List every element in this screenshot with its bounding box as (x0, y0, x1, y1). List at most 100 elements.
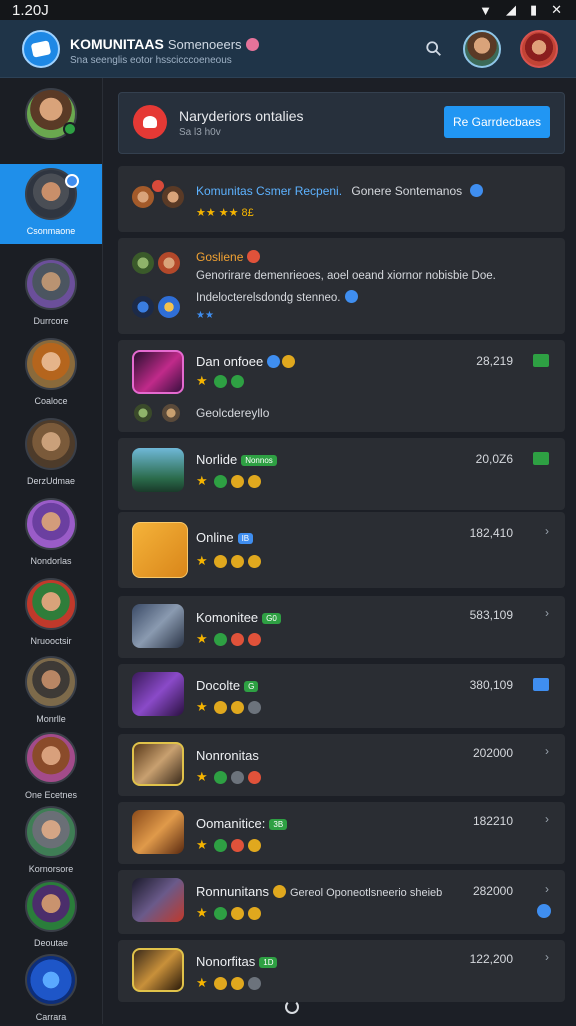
tag-icon (248, 700, 261, 714)
coin-icon (214, 976, 227, 990)
battery-icon: ▮ (529, 2, 538, 17)
sidebar-item-csonmaone[interactable]: Csonmaone (0, 164, 102, 244)
rating-row: ★ (196, 632, 261, 646)
avatar (25, 498, 77, 550)
community-row[interactable]: Oomanitice: 3B ★ 182210 › (118, 802, 565, 864)
rating-row: ★ (196, 700, 261, 714)
coin-icon (231, 700, 244, 714)
avatar (25, 578, 77, 630)
star-icon: ★ (196, 975, 208, 990)
avatar (25, 656, 77, 708)
coin-icon (214, 554, 227, 568)
rating-row: ★ (196, 474, 261, 488)
sidebar-item-nruooctsir[interactable]: Nruooctsir (0, 574, 102, 650)
avatar (132, 402, 154, 424)
banner-action-button[interactable]: Re Garrdecbaes (444, 106, 550, 138)
community-title: Nonorfitas 1D (196, 954, 278, 969)
user-avatar[interactable] (463, 30, 501, 68)
member-count: 182,410 (469, 526, 513, 540)
featured-rating: ★★ ★★ 8£ (196, 207, 254, 219)
status-time: 1.20J (12, 1, 49, 19)
community-thumbnail (132, 948, 184, 992)
hot-icon (231, 632, 244, 646)
chevron-right-icon[interactable]: › (545, 882, 549, 896)
loading-spinner-icon (285, 1000, 299, 1014)
community-row[interactable]: Ronnunitans Gereol Oponeotlsneerio sheieb… (118, 870, 565, 934)
coin-icon (248, 474, 261, 488)
sidebar-item-home[interactable] (0, 84, 102, 160)
chevron-right-icon[interactable]: › (545, 950, 549, 964)
star-icon: ★ (196, 769, 208, 784)
close-icon: ✕ (551, 2, 562, 17)
hot-icon (231, 838, 244, 852)
community-row[interactable]: Komonitee G0 ★ 583,109 › (118, 596, 565, 658)
hot-icon (247, 250, 261, 263)
sidebar-item-nondorlas[interactable]: Nondorlas (0, 494, 102, 570)
community-title: Komonitee G0 (196, 610, 281, 625)
chevron-right-icon[interactable]: › (545, 524, 549, 538)
notification-dot (245, 38, 259, 51)
sidebar-item-deoutae[interactable]: Deoutae (0, 876, 102, 952)
app-logo[interactable] (22, 30, 60, 68)
sidebar-item-kornorsore[interactable]: Kornorsore (0, 802, 102, 878)
community-thumbnail (132, 350, 184, 394)
star-icon: ★ (196, 699, 208, 714)
community-row[interactable]: Nonorfitas 1D ★ 122,200 › (118, 940, 565, 1002)
sidebar-item-one-ecetnes[interactable]: One Ecetnes (0, 728, 102, 804)
member-count: 28,219 (476, 354, 513, 368)
verified-icon (469, 184, 483, 197)
member-count: 282000 (472, 884, 513, 898)
featured-title: Komunitas Csmer Recpeni. Gonere Sonteman… (196, 184, 483, 198)
community-row[interactable]: Nonronitas ★ 202000 › (118, 734, 565, 796)
member-count: 380,109 (469, 678, 513, 692)
avatar (25, 258, 77, 310)
community-row[interactable]: Docolte G ★ 380,109 (118, 664, 565, 728)
verified-icon (267, 355, 281, 368)
sidebar-item-monrlle[interactable]: Monrlle (0, 652, 102, 728)
community-title: Ronnunitans Gereol Oponeotlsneerio sheieb (196, 884, 443, 899)
rating-row: ★ (196, 770, 261, 784)
group-message-line1: Genorirare demenrieoes, aoel oeand xiorn… (196, 270, 496, 282)
sidebar-item-durrcore[interactable]: Durrcore (0, 254, 102, 330)
chevron-right-icon[interactable]: › (545, 606, 549, 620)
search-icon[interactable] (425, 40, 443, 58)
app-title: KOMUNITAAS Somenoeers (70, 36, 259, 52)
star-icon: ★ (196, 553, 208, 568)
star-icon: ★ (196, 631, 208, 646)
community-thumbnail (132, 522, 188, 578)
sidebar-item-derzudmae[interactable]: DerzUdmae (0, 414, 102, 490)
hot-icon (248, 632, 261, 646)
community-title: Dan onfoee (196, 354, 296, 369)
featured-community-card[interactable]: Komunitas Csmer Recpeni. Gonere Sonteman… (118, 166, 565, 232)
main-feed: Naryderiors ontalies Sa l3 h0v Re Garrde… (103, 78, 576, 1024)
profile-avatar[interactable] (520, 30, 558, 68)
avatar (130, 250, 156, 276)
announcement-banner: Naryderiors ontalies Sa l3 h0v Re Garrde… (118, 92, 565, 154)
avatar (25, 338, 77, 390)
shield-icon (25, 954, 77, 1006)
tag-icon (231, 770, 244, 784)
community-subtitle: Geolcdereyllo (196, 406, 270, 420)
group-discussion-card[interactable]: Gosliene Genorirare demenrieoes, aoel oe… (118, 238, 565, 334)
coin-icon (273, 885, 286, 898)
verified-icon (344, 290, 358, 303)
chevron-right-icon[interactable]: › (545, 744, 549, 758)
tag-icon (248, 976, 261, 990)
community-thumbnail (132, 672, 184, 716)
gold-icon (282, 355, 296, 368)
sidebar-item-coaloce[interactable]: Coaloce (0, 334, 102, 410)
community-row[interactable]: Dan onfoee ★ 28,219 Geolcdereyllo (118, 340, 565, 432)
group-stars: ★★ (196, 310, 214, 321)
rating-row: ★ (196, 374, 244, 388)
coin-icon (248, 838, 261, 852)
star-icon: ★ (196, 837, 208, 852)
app-subtitle: Sna seenglis eotor hsscicccoeneous (70, 55, 232, 66)
stat-badge (533, 678, 549, 691)
sidebar-item-carrara[interactable]: Carrara (0, 950, 102, 1026)
community-row[interactable]: Online IB ★ 182,410 › (118, 512, 565, 588)
community-row[interactable]: Norlide Nonnos ★ 20,0Z6 (118, 438, 565, 510)
avatar (156, 294, 182, 320)
avatar (160, 402, 182, 424)
coin-icon (248, 906, 261, 920)
chevron-right-icon[interactable]: › (545, 812, 549, 826)
